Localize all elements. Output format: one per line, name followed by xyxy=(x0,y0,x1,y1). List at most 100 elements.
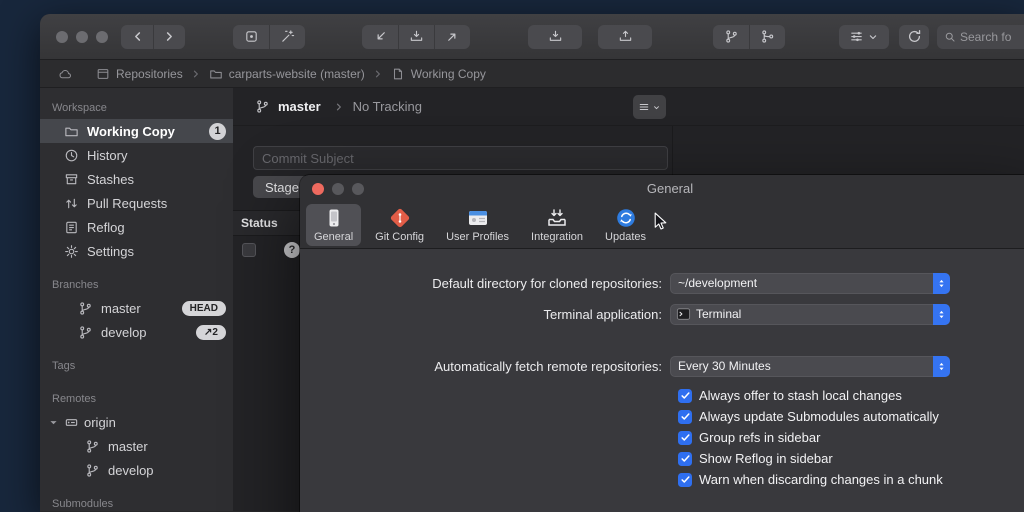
gear-icon xyxy=(64,244,79,259)
tab-git-config[interactable]: Git Config xyxy=(367,204,432,246)
sidebar-remote-branch-master[interactable]: master xyxy=(40,434,233,458)
commit-options-menu-button[interactable] xyxy=(633,95,666,119)
branch-label: master xyxy=(101,301,141,316)
checkbox-group-refs[interactable]: Group refs in sidebar xyxy=(678,430,943,445)
status-column-header: Status xyxy=(241,216,278,230)
checkbox-checked-icon[interactable] xyxy=(678,410,692,424)
preferences-titlebar[interactable]: General xyxy=(300,175,1024,202)
zoom-window-button[interactable] xyxy=(96,31,108,43)
checkbox-checked-icon[interactable] xyxy=(678,452,692,466)
sidebar-item-stashes[interactable]: Stashes xyxy=(40,167,233,191)
ahead-badge: ↗2 xyxy=(196,325,226,340)
branch-icon xyxy=(78,301,93,316)
cloned-directory-label: Default directory for cloned repositorie… xyxy=(300,276,670,291)
checkbox-checked-icon[interactable] xyxy=(678,389,692,403)
sidebar-section-remotes: Remotes xyxy=(40,385,233,410)
sidebar-item-pull-requests[interactable]: Pull Requests xyxy=(40,191,233,215)
stash-icon xyxy=(548,29,563,44)
tab-label: General xyxy=(314,231,353,243)
checkbox-label: Always update Submodules automatically xyxy=(699,409,939,424)
sidebar-item-label: Stashes xyxy=(87,172,134,187)
forward-button[interactable] xyxy=(153,25,185,49)
fetch-button[interactable] xyxy=(362,25,398,49)
general-icon xyxy=(323,207,345,229)
checkbox-update-submodules[interactable]: Always update Submodules automatically xyxy=(678,409,943,424)
sidebar-branch-develop[interactable]: develop ↗2 xyxy=(40,320,233,344)
push-icon xyxy=(445,29,460,44)
commit-button-group xyxy=(233,25,305,49)
minimize-dialog-button[interactable] xyxy=(332,183,344,195)
chevron-right-icon xyxy=(190,68,202,80)
untracked-file-badge: ? xyxy=(284,242,300,258)
close-window-button[interactable] xyxy=(56,31,68,43)
toolbar-search xyxy=(937,25,1024,49)
checkbox-show-reflog[interactable]: Show Reflog in sidebar xyxy=(678,451,943,466)
remote-accounts-button[interactable] xyxy=(58,67,72,81)
branch-label: develop xyxy=(101,325,147,340)
checkbox-stash-local-changes[interactable]: Always offer to stash local changes xyxy=(678,388,943,403)
sidebar-item-history[interactable]: History xyxy=(40,143,233,167)
branch-icon xyxy=(724,29,739,44)
terminal-icon xyxy=(676,307,691,321)
terminal-app-popup[interactable]: Terminal xyxy=(670,304,950,325)
view-options-button[interactable] xyxy=(839,25,889,49)
popup-value: Every 30 Minutes xyxy=(678,359,933,373)
preferences-content: Default directory for cloned repositorie… xyxy=(300,249,1024,512)
zoom-dialog-button[interactable] xyxy=(352,183,364,195)
chevron-right-icon xyxy=(372,68,384,80)
close-dialog-button[interactable] xyxy=(312,183,324,195)
tab-general[interactable]: General xyxy=(306,204,361,246)
commit-button[interactable] xyxy=(233,25,269,49)
checkbox-checked-icon[interactable] xyxy=(678,473,692,487)
sidebar-item-settings[interactable]: Settings xyxy=(40,239,233,263)
branch-button[interactable] xyxy=(713,25,749,49)
window-controls xyxy=(312,183,364,195)
stash-button[interactable] xyxy=(528,25,582,49)
tab-user-profiles[interactable]: User Profiles xyxy=(438,204,517,246)
folder-icon xyxy=(209,67,223,81)
sidebar-item-reflog[interactable]: Reflog xyxy=(40,215,233,239)
tab-updates[interactable]: Updates xyxy=(597,204,654,246)
checkbox-checked-icon[interactable] xyxy=(678,431,692,445)
auto-fetch-label: Automatically fetch remote repositories: xyxy=(300,359,670,374)
sidebar-item-working-copy[interactable]: Working Copy 1 xyxy=(40,119,233,143)
sidebar-remote-branch-develop[interactable]: develop xyxy=(40,458,233,482)
disclosure-triangle-icon[interactable] xyxy=(48,417,59,428)
commit-subject-input[interactable] xyxy=(253,146,668,170)
minimize-window-button[interactable] xyxy=(76,31,88,43)
pending-count-badge: 1 xyxy=(209,123,226,140)
sidebar-section-workspace: Workspace xyxy=(40,94,233,119)
auto-fetch-popup[interactable]: Every 30 Minutes xyxy=(670,356,950,377)
tab-label: Git Config xyxy=(375,231,424,243)
push-button[interactable] xyxy=(434,25,470,49)
pull-request-icon xyxy=(64,196,79,211)
checkbox-label: Warn when discarding changes in a chunk xyxy=(699,472,943,487)
checkbox-label: Show Reflog in sidebar xyxy=(699,451,833,466)
breadcrumb-repository[interactable]: carparts-website (master) xyxy=(209,67,365,81)
breadcrumb-repositories-label: Repositories xyxy=(116,67,183,81)
popup-value: ~/development xyxy=(678,276,933,290)
chevron-down-icon xyxy=(652,103,661,112)
breadcrumb-working-copy[interactable]: Working Copy xyxy=(391,67,486,81)
branch-button-group xyxy=(713,25,785,49)
fetch-icon xyxy=(373,29,388,44)
refresh-button[interactable] xyxy=(899,25,929,49)
unstash-button[interactable] xyxy=(598,25,652,49)
file-stage-checkbox[interactable] xyxy=(242,243,256,257)
breadcrumb-repositories[interactable]: Repositories xyxy=(96,67,183,81)
cloned-directory-popup[interactable]: ~/development xyxy=(670,273,950,294)
merge-button[interactable] xyxy=(749,25,785,49)
tab-integration[interactable]: Integration xyxy=(523,204,591,246)
checkbox-warn-discard-chunk[interactable]: Warn when discarding changes in a chunk xyxy=(678,472,943,487)
pull-button[interactable] xyxy=(398,25,434,49)
sidebar-remote-origin[interactable]: origin xyxy=(40,410,233,434)
sidebar-branch-master[interactable]: master HEAD xyxy=(40,296,233,320)
search-input[interactable] xyxy=(960,30,1024,44)
back-button[interactable] xyxy=(121,25,153,49)
hamburger-menu-icon xyxy=(638,101,650,113)
unstash-icon xyxy=(618,29,633,44)
stash-button-group xyxy=(528,25,582,49)
checkout-button[interactable] xyxy=(269,25,305,49)
popup-stepper-icon xyxy=(933,356,950,377)
document-icon xyxy=(391,67,405,81)
